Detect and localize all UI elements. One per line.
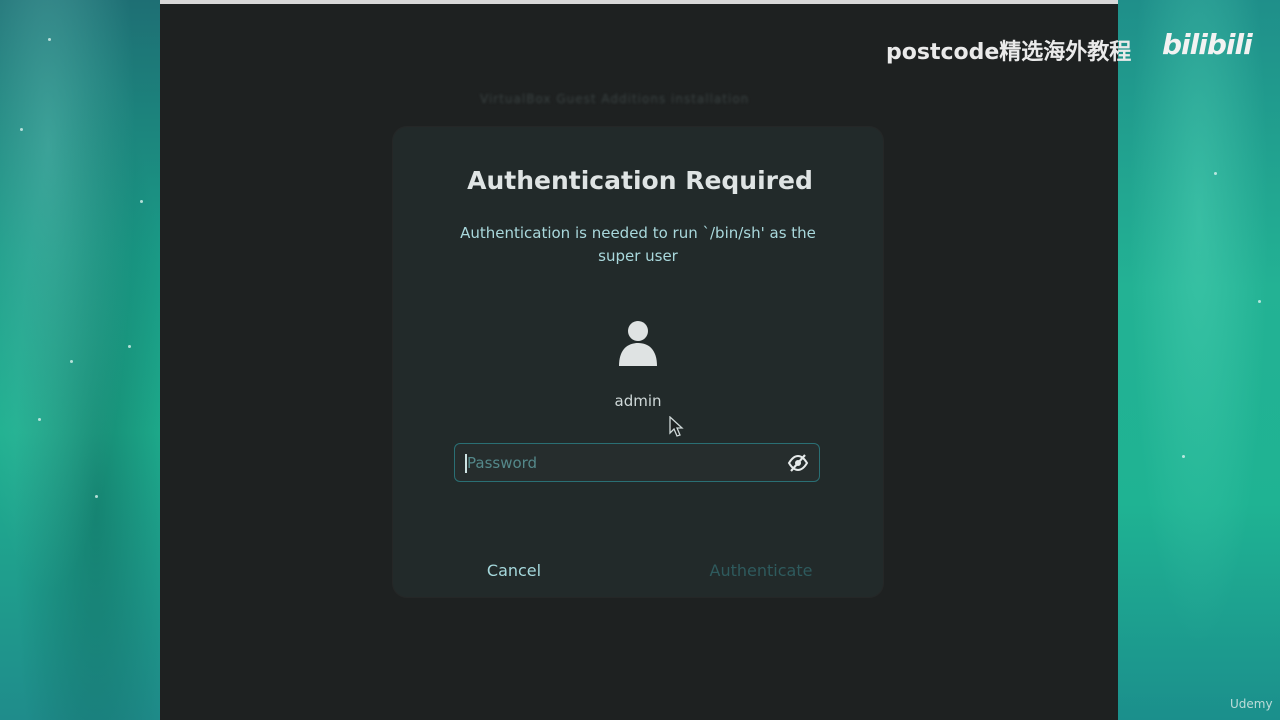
password-input[interactable]: Password (454, 443, 820, 482)
desktop-wallpaper-left (0, 0, 160, 720)
wallpaper-star (70, 360, 73, 363)
text-caret (465, 454, 467, 473)
background-window-title: VirtualBox Guest Additions installation (480, 92, 750, 106)
username-label: admin (614, 392, 662, 410)
wallpaper-star (1182, 455, 1185, 458)
bilibili-logo: bilibili (1162, 28, 1253, 61)
wallpaper-star (140, 200, 143, 203)
wallpaper-star (1258, 300, 1261, 303)
eye-slash-icon[interactable] (787, 453, 809, 473)
wallpaper-star (38, 418, 41, 421)
wallpaper-star (48, 38, 51, 41)
dialog-message: Authentication is needed to run `/bin/sh… (460, 224, 816, 265)
vm-top-border (160, 0, 1118, 4)
cancel-button[interactable]: Cancel (440, 553, 588, 587)
udemy-corner-mark: Udemy (1230, 697, 1273, 711)
wallpaper-star (128, 345, 131, 348)
authenticate-button[interactable]: Authenticate (676, 553, 846, 587)
watermark-text: postcode精选海外教程 (886, 40, 1132, 65)
password-placeholder: Password (467, 454, 538, 472)
dialog-title: Authentication Required (467, 166, 813, 195)
wallpaper-star (20, 128, 23, 131)
user-icon (619, 321, 657, 366)
mouse-cursor-icon (669, 416, 684, 437)
desktop-wallpaper-right (1118, 0, 1280, 720)
wallpaper-star (95, 495, 98, 498)
